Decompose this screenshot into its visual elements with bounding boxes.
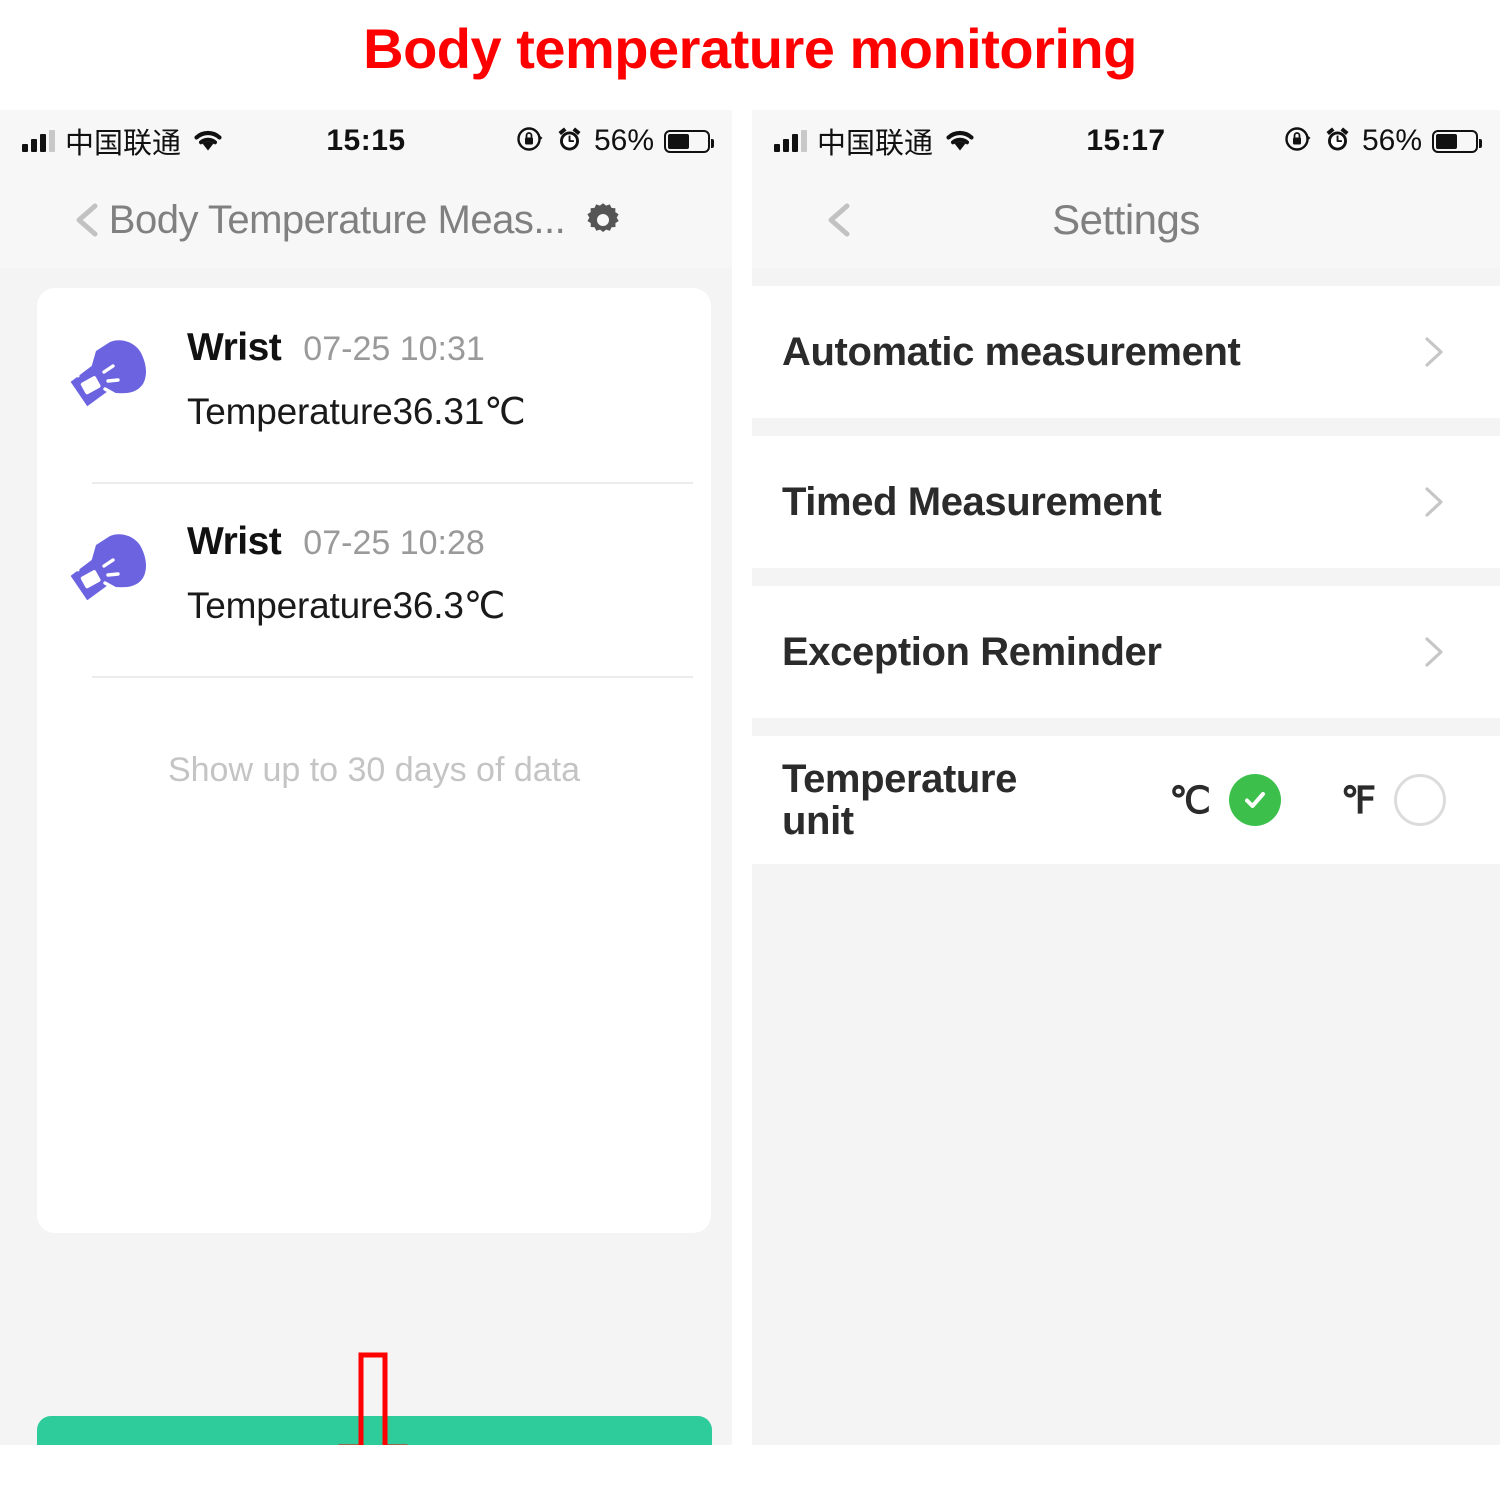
settings-row-exception-reminder[interactable]: Exception Reminder bbox=[752, 586, 1500, 718]
back-button[interactable] bbox=[66, 198, 110, 242]
record-temperature: Temperature36.3℃ bbox=[187, 585, 506, 626]
right-status-bar: 中国联通 15:17 56% bbox=[752, 110, 1500, 172]
settings-row-label: Automatic measurement bbox=[782, 329, 1241, 374]
section-gap bbox=[752, 268, 1500, 286]
right-nav-bar: Settings bbox=[752, 172, 1500, 268]
fahrenheit-label: ℉ bbox=[1340, 779, 1376, 821]
battery-icon bbox=[664, 129, 714, 153]
chevron-right-icon bbox=[1416, 635, 1450, 669]
empty-circle-icon[interactable] bbox=[1394, 774, 1446, 826]
list-item[interactable]: Wrist 07-25 10:28 Temperature36.3℃ bbox=[37, 482, 711, 676]
right-phone-screen: 中国联通 15:17 56% Settings Automatic measur… bbox=[752, 110, 1500, 1445]
status-time: 15:17 bbox=[1086, 124, 1166, 157]
settings-empty-area bbox=[752, 864, 1500, 1445]
unit-option-celsius[interactable]: ℃ bbox=[1169, 774, 1281, 826]
settings-row-temperature-unit: Temperature unit ℃ ℉ bbox=[752, 736, 1500, 864]
chevron-right-icon bbox=[1416, 485, 1450, 519]
battery-percent-label: 56% bbox=[1361, 124, 1422, 157]
rotation-lock-icon bbox=[1283, 124, 1313, 159]
alarm-clock-icon bbox=[555, 124, 584, 159]
red-down-arrow-annotation bbox=[334, 1351, 412, 1445]
alarm-clock-icon bbox=[1323, 124, 1352, 159]
back-button[interactable] bbox=[818, 198, 862, 242]
settings-row-label: Exception Reminder bbox=[782, 629, 1162, 674]
battery-percent-label: 56% bbox=[593, 124, 654, 157]
gear-icon[interactable] bbox=[583, 200, 623, 240]
status-time: 15:15 bbox=[326, 124, 406, 157]
settings-row-automatic-measurement[interactable]: Automatic measurement bbox=[752, 286, 1500, 418]
left-status-bar: 中国联通 15:15 56% bbox=[0, 110, 732, 172]
wrist-band-icon bbox=[37, 322, 187, 424]
left-nav-title: Body Temperature Meas... bbox=[108, 197, 566, 242]
record-body-part: Wrist bbox=[187, 520, 282, 563]
list-item[interactable]: Wrist 07-25 10:31 Temperature36.31℃ bbox=[37, 288, 711, 482]
left-phone-screen: 中国联通 15:15 56% Body Temperature Meas... … bbox=[0, 110, 732, 1445]
right-nav-title: Settings bbox=[1052, 196, 1200, 243]
record-timestamp: 07-25 10:31 bbox=[303, 330, 485, 368]
settings-panel: Automatic measurement Timed Measurement bbox=[752, 268, 1500, 1445]
screenshot-root: Body temperature monitoring 中国联通 15:15 5… bbox=[0, 0, 1500, 1500]
record-timestamp: 07-25 10:28 bbox=[303, 524, 485, 562]
unit-option-fahrenheit[interactable]: ℉ bbox=[1341, 774, 1446, 826]
settings-row-timed-measurement[interactable]: Timed Measurement bbox=[752, 436, 1500, 568]
check-circle-icon[interactable] bbox=[1228, 774, 1281, 826]
wrist-band-icon bbox=[37, 516, 187, 618]
section-gap bbox=[752, 718, 1500, 736]
list-divider bbox=[92, 676, 693, 678]
celsius-label: ℃ bbox=[1169, 779, 1211, 821]
section-gap bbox=[752, 418, 1500, 436]
left-panel-content: Wrist 07-25 10:31 Temperature36.31℃ Wris… bbox=[0, 268, 732, 1445]
record-body-part: Wrist bbox=[187, 326, 282, 369]
record-temperature: Temperature36.31℃ bbox=[187, 391, 526, 432]
records-footer-note: Show up to 30 days of data bbox=[167, 751, 581, 789]
rotation-lock-icon bbox=[515, 124, 545, 159]
section-gap bbox=[752, 568, 1500, 586]
settings-row-label: Timed Measurement bbox=[782, 479, 1162, 524]
temperature-records-card: Wrist 07-25 10:31 Temperature36.31℃ Wris… bbox=[37, 288, 711, 1233]
left-nav-bar: Body Temperature Meas... bbox=[0, 172, 732, 268]
chevron-right-icon bbox=[1416, 335, 1450, 369]
page-title: Body temperature monitoring bbox=[363, 17, 1137, 80]
battery-icon bbox=[1432, 129, 1482, 153]
temperature-unit-label: Temperature unit bbox=[782, 756, 1017, 843]
